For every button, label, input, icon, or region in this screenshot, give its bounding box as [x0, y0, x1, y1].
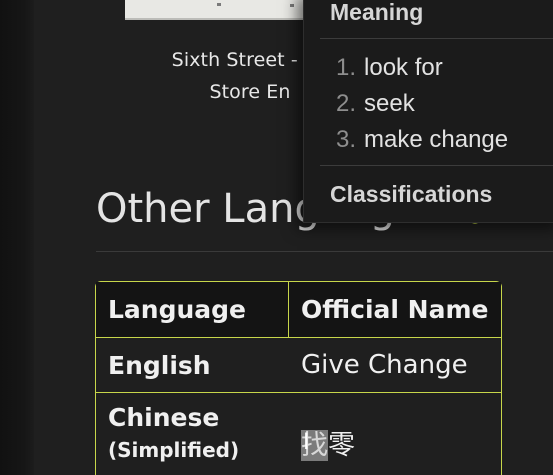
selected-character[interactable]: 找I — [301, 430, 328, 461]
meaning-title: Meaning — [330, 0, 424, 25]
classifications-title[interactable]: Classifications — [330, 181, 492, 208]
left-edge-shadow — [0, 0, 34, 475]
language-cell: English — [96, 337, 289, 392]
name-remainder[interactable]: 零 — [328, 430, 355, 461]
column-header-language: Language — [96, 282, 289, 337]
official-name-cell[interactable]: Give Change — [289, 337, 501, 392]
meaning-item: 3. make change — [336, 126, 509, 153]
language-variant: (Simplified) — [108, 438, 240, 462]
meaning-list: 1. look for 2. seek 3. make change — [336, 50, 508, 158]
text-cursor-icon: I — [303, 430, 310, 455]
language-name: Chinese — [108, 403, 220, 432]
page: Sixth Street - 14 Store En Other Languag… — [0, 0, 553, 475]
meaning-item: 2. seek — [336, 90, 415, 117]
table-row: Chinese (Simplified) 找I零 — [96, 392, 501, 475]
table-header-row: Language Official Name — [96, 282, 501, 337]
official-name-cell[interactable]: 找I零 — [289, 392, 501, 475]
image-detail — [290, 4, 294, 7]
table-row: English Give Change — [96, 337, 501, 392]
chinese-official-name[interactable]: 找I零 — [301, 423, 355, 462]
language-cell: Chinese (Simplified) — [96, 392, 289, 475]
languages-table: Language Official Name English Give Chan… — [95, 281, 502, 475]
heading-divider — [96, 251, 553, 252]
image-detail — [217, 3, 221, 6]
meaning-item: 1. look for — [336, 54, 443, 81]
popup-divider — [320, 38, 553, 39]
column-header-official-name: Official Name — [289, 282, 501, 337]
popup-divider — [320, 165, 553, 166]
dictionary-popup[interactable]: Meaning 1. look for 2. seek 3. make change … — [303, 0, 553, 223]
